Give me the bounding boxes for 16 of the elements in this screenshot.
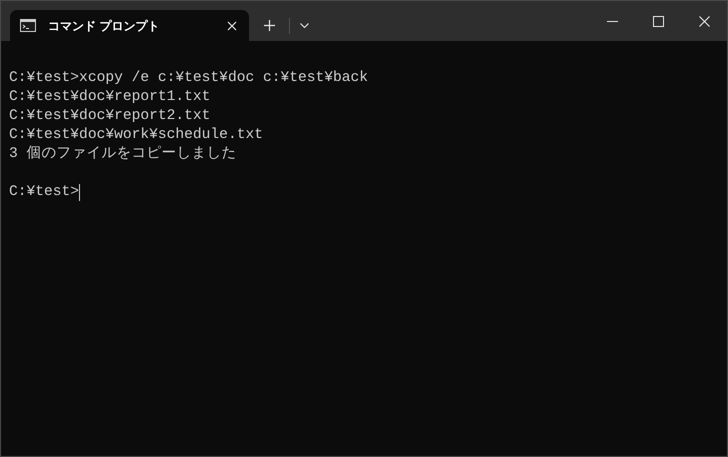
chevron-down-icon — [300, 23, 308, 28]
maximize-icon — [652, 16, 664, 26]
terminal-tab[interactable]: コマンド プロンプト — [10, 10, 249, 41]
prompt-text: C:¥test> — [9, 183, 80, 202]
plus-icon — [264, 20, 274, 31]
output-line: C:¥test¥doc¥report2.txt — [9, 107, 210, 126]
close-icon — [698, 16, 710, 26]
tab-title: コマンド プロンプト — [48, 18, 160, 34]
output-line: C:¥test¥doc¥work¥schedule.txt — [9, 126, 263, 145]
close-icon[interactable] — [227, 20, 237, 30]
minimize-icon — [606, 20, 618, 22]
text-cursor — [79, 184, 80, 201]
terminal-icon — [20, 19, 36, 32]
output-line: C:¥test>xcopy /e c:¥test¥doc c:¥test¥back — [9, 69, 368, 88]
output-line: C:¥test¥doc¥report1.txt — [9, 88, 210, 107]
output-line: 3 個のファイルをコピーしました — [9, 145, 237, 164]
